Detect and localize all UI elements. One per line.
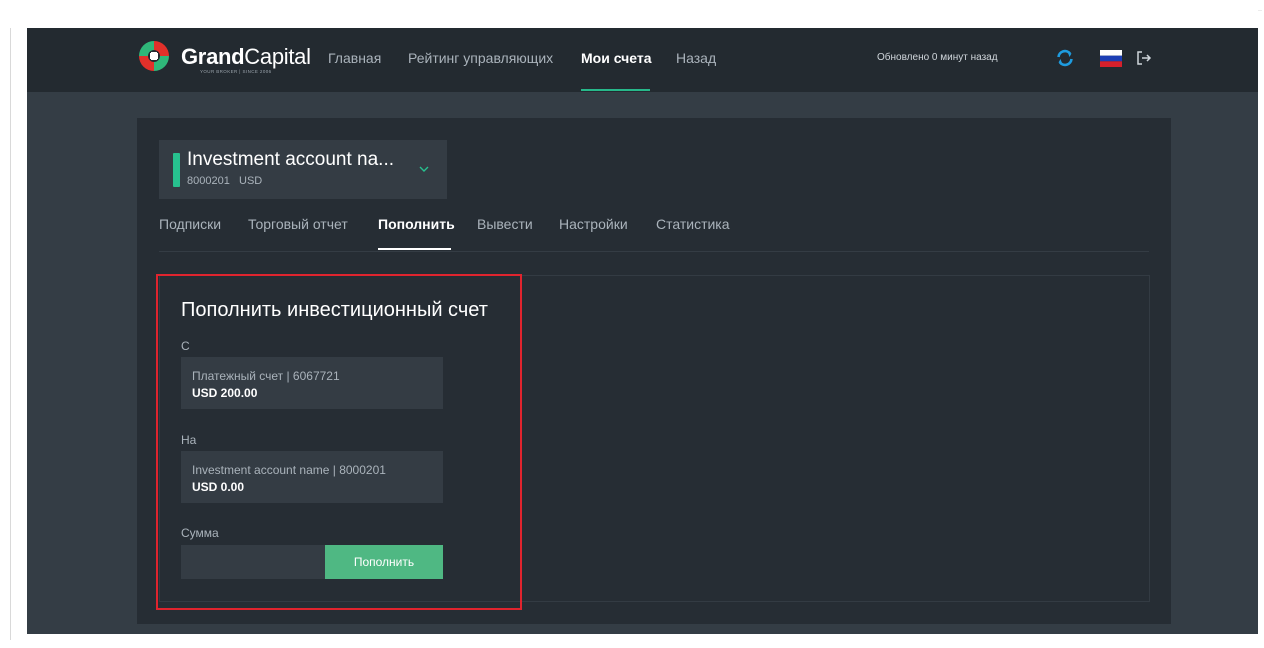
nav-item-my-accounts[interactable]: Мои счета <box>581 50 652 66</box>
highlight-annotation-box <box>156 274 522 610</box>
top-gap <box>10 10 1258 28</box>
tab-statistics[interactable]: Статистика <box>656 216 730 232</box>
nav-item-home[interactable]: Главная <box>328 50 381 66</box>
account-tabs: Подписки Торговый отчет Пополнить Вывест… <box>159 216 1149 252</box>
grandcapital-logo-icon <box>139 41 169 71</box>
refresh-icon <box>1057 49 1073 67</box>
tab-deposit[interactable]: Пополнить <box>378 216 455 232</box>
refresh-button[interactable] <box>1053 46 1077 70</box>
brand-name: GrandCapital <box>181 44 311 69</box>
russian-flag-icon <box>1100 49 1122 67</box>
chevron-down-icon <box>419 166 429 172</box>
brand-logo[interactable]: GrandCapital YOUR BROKER | SINCE 2006 <box>138 39 313 79</box>
tab-settings[interactable]: Настройки <box>559 216 628 232</box>
account-number-currency: 8000201 USD <box>187 175 263 187</box>
updated-status: Обновлено 0 минут назад <box>877 52 998 63</box>
nav-active-underline <box>581 89 650 91</box>
account-name: Investment account na... <box>187 149 395 170</box>
logout-icon <box>1137 51 1152 65</box>
logout-button[interactable] <box>1132 46 1156 70</box>
tab-trading-report[interactable]: Торговый отчет <box>248 216 348 232</box>
language-button[interactable] <box>1099 46 1123 70</box>
nav-item-managers-rating[interactable]: Рейтинг управляющих <box>408 50 553 66</box>
nav-item-back[interactable]: Назад <box>676 50 716 66</box>
tab-subscriptions[interactable]: Подписки <box>159 216 221 232</box>
brand-tagline: YOUR BROKER | SINCE 2006 <box>200 69 272 74</box>
account-color-indicator <box>173 153 180 187</box>
tab-active-underline <box>378 248 451 250</box>
account-selector[interactable]: Investment account na... 8000201 USD <box>159 140 447 199</box>
top-navbar: GrandCapital YOUR BROKER | SINCE 2006 Гл… <box>27 28 1258 92</box>
tab-withdraw[interactable]: Вывести <box>477 216 533 232</box>
